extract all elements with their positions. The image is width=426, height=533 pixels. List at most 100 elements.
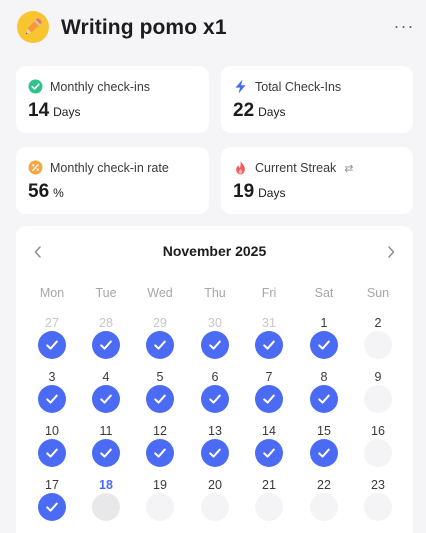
checkmark-icon [46, 502, 58, 512]
calendar-day-number: 30 [208, 316, 222, 330]
checkmark-icon [209, 340, 221, 350]
unchecked-day-button[interactable] [364, 493, 392, 521]
pencil-icon[interactable] [17, 11, 49, 43]
weekday-label: Thu [204, 286, 226, 300]
calendar-day-number: 5 [156, 370, 164, 384]
checkmark-icon [263, 340, 275, 350]
checked-day-button[interactable] [310, 331, 338, 359]
stat-value: 14 Days [28, 100, 80, 122]
stat-number: 19 [233, 181, 255, 202]
calendar-day-number: 11 [99, 424, 113, 438]
swap-icon[interactable]: ⇄ [344, 162, 353, 175]
more-options-button[interactable]: ··· [390, 16, 418, 36]
checked-day-button[interactable] [146, 331, 174, 359]
weekday-label: Tue [95, 286, 117, 300]
weekday-label: Mon [39, 286, 65, 300]
calendar-day-number: 23 [371, 478, 385, 492]
unchecked-day-button[interactable] [364, 439, 392, 467]
checkmark-icon [154, 340, 166, 350]
checkmark-icon [318, 340, 330, 350]
unchecked-day-button[interactable] [255, 493, 283, 521]
checked-day-button[interactable] [92, 385, 120, 413]
checked-day-button[interactable] [146, 385, 174, 413]
checkmark-icon [263, 394, 275, 404]
checkmark-icon [263, 448, 275, 458]
stat-number: 14 [28, 100, 50, 121]
weekday-label: Sat [314, 286, 334, 300]
next-month-button[interactable] [381, 242, 401, 262]
unchecked-day-button[interactable] [310, 493, 338, 521]
stat-card-monthly-checkins: Monthly check-ins 14 Days [16, 66, 209, 133]
checked-day-button[interactable] [146, 439, 174, 467]
stat-number: 56 [28, 181, 50, 202]
calendar-day-number: 10 [45, 424, 59, 438]
calendar-day-number: 8 [320, 370, 328, 384]
checked-day-button[interactable] [92, 331, 120, 359]
checked-day-button[interactable] [201, 385, 229, 413]
unchecked-day-button[interactable] [364, 385, 392, 413]
stat-label: Monthly check-ins [50, 80, 151, 94]
stat-number: 22 [233, 100, 255, 121]
calendar-day-number: 31 [262, 316, 276, 330]
checked-day-button[interactable] [255, 331, 283, 359]
checked-day-button[interactable] [38, 493, 66, 521]
calendar-day-number: 20 [208, 478, 222, 492]
chevron-right-icon [388, 246, 395, 258]
checked-day-button[interactable] [201, 331, 229, 359]
checkmark-icon [46, 448, 58, 458]
stat-value: 22 Days [233, 100, 285, 122]
stat-label-text: Current Streak [255, 161, 337, 175]
checked-day-button[interactable] [310, 385, 338, 413]
checked-day-button[interactable] [310, 439, 338, 467]
stat-label: Monthly check-in rate [50, 161, 169, 175]
stat-unit: % [53, 186, 64, 200]
calendar-day-number: 13 [208, 424, 222, 438]
unchecked-day-button[interactable] [201, 493, 229, 521]
calendar-day-number: 6 [211, 370, 219, 384]
check-circle-icon [28, 79, 43, 94]
stat-label: Total Check-Ins [255, 80, 342, 94]
calendar-day-number: 12 [153, 424, 167, 438]
calendar-day-number: 21 [262, 478, 276, 492]
unchecked-day-button[interactable] [146, 493, 174, 521]
calendar-day-number: 2 [374, 316, 382, 330]
weekday-label: Fri [261, 286, 277, 300]
calendar-day-number: 3 [48, 370, 56, 384]
checked-day-button[interactable] [92, 439, 120, 467]
stat-unit: Days [258, 186, 286, 200]
checked-day-button[interactable] [38, 385, 66, 413]
checked-day-button[interactable] [38, 439, 66, 467]
checked-day-button[interactable] [255, 385, 283, 413]
calendar-day-number: 4 [102, 370, 110, 384]
lightning-icon [233, 79, 248, 94]
checkmark-icon [209, 448, 221, 458]
calendar-day-number: 27 [45, 316, 59, 330]
stat-card-monthly-rate: Monthly check-in rate 56% [16, 147, 209, 214]
calendar-day-number: 29 [153, 316, 167, 330]
calendar-card: November 2025 Mon Tue Wed Thu Fri Sat Sun 27 28 2… [16, 226, 413, 533]
calendar-day-number: 28 [99, 316, 113, 330]
today-day-button[interactable] [92, 493, 120, 521]
checked-day-button[interactable] [38, 331, 66, 359]
checkmark-icon [154, 448, 166, 458]
stat-unit: Days [258, 105, 286, 119]
percent-circle-icon [28, 160, 43, 175]
calendar-day-number: 19 [153, 478, 167, 492]
checked-day-button[interactable] [201, 439, 229, 467]
calendar-day-number: 14 [262, 424, 276, 438]
checked-day-button[interactable] [255, 439, 283, 467]
header: Writing pomo x1 ··· [0, 0, 426, 56]
calendar-day-number: 17 [45, 478, 59, 492]
checkmark-icon [209, 394, 221, 404]
calendar-day-number: 7 [265, 370, 273, 384]
checkmark-icon [100, 340, 112, 350]
unchecked-day-button[interactable] [364, 331, 392, 359]
checkmark-icon [318, 394, 330, 404]
checkmark-icon [154, 394, 166, 404]
stat-card-total-checkins: Total Check-Ins 22 Days [221, 66, 413, 133]
calendar-day-number: 1 [320, 316, 328, 330]
stat-card-current-streak: Current Streak ⇄ 19 Days [221, 147, 413, 214]
checkmark-icon [100, 448, 112, 458]
weekday-label: Sun [366, 286, 390, 300]
checkmark-icon [46, 394, 58, 404]
